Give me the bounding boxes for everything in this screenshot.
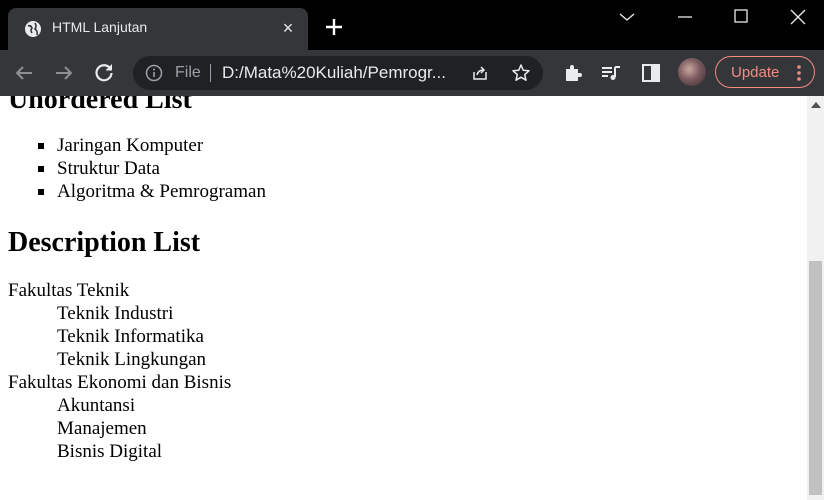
- browser-toolbar: File D:/Mata%20Kuliah/Pemrogr... Update: [0, 50, 824, 96]
- globe-icon: [24, 20, 42, 38]
- extensions-puzzle-icon[interactable]: [562, 62, 584, 84]
- square-bullet-icon: [38, 166, 44, 172]
- bookmark-star-icon[interactable]: [511, 63, 531, 83]
- description-term: Fakultas Ekonomi dan Bisnis: [8, 372, 232, 393]
- title-bar: HTML Lanjutan ×: [0, 0, 824, 50]
- description-list-heading: Description List: [8, 227, 201, 258]
- unordered-list: Jaringan Komputer Struktur Data Algoritm…: [8, 134, 798, 203]
- description-detail: Teknik Lingkungan: [57, 349, 207, 370]
- media-queue-icon[interactable]: [600, 62, 622, 84]
- description-detail: Teknik Informatika: [57, 326, 204, 347]
- list-item-text: Jaringan Komputer: [57, 135, 204, 156]
- list-item: Jaringan Komputer: [8, 134, 798, 157]
- new-tab-icon[interactable]: [322, 15, 346, 39]
- square-bullet-icon: [38, 143, 44, 149]
- update-button-label: Update: [731, 64, 780, 81]
- omnibox-divider: [210, 64, 211, 82]
- profile-avatar[interactable]: [678, 58, 706, 86]
- close-tab-icon[interactable]: ×: [278, 18, 298, 38]
- description-list: Fakultas Teknik Teknik Industri Teknik I…: [8, 279, 798, 463]
- forward-arrow-icon[interactable]: [52, 61, 76, 85]
- close-window-icon[interactable]: [783, 6, 813, 28]
- more-menu-icon[interactable]: [796, 63, 802, 83]
- maximize-icon[interactable]: [726, 6, 756, 28]
- description-detail: Akuntansi: [57, 395, 136, 416]
- url-text[interactable]: D:/Mata%20Kuliah/Pemrogr...: [222, 63, 467, 83]
- url-scheme-label: File: [175, 64, 201, 81]
- tab-search-chevron-icon[interactable]: [612, 6, 642, 28]
- list-item-text: Struktur Data: [57, 158, 160, 179]
- description-detail: Teknik Industri: [57, 303, 174, 324]
- back-arrow-icon[interactable]: [12, 61, 36, 85]
- tab-title: HTML Lanjutan: [52, 19, 148, 35]
- page-content: Unordered List Jaringan Komputer Struktu…: [8, 96, 798, 463]
- unordered-list-heading: Unordered List: [8, 96, 192, 115]
- info-icon[interactable]: [145, 64, 163, 82]
- minimize-icon[interactable]: [670, 6, 700, 28]
- scrollbar-thumb[interactable]: [809, 261, 822, 495]
- list-item: Algoritma & Pemrograman: [8, 180, 798, 203]
- description-detail: Bisnis Digital: [57, 441, 163, 462]
- scroll-up-arrow-icon[interactable]: [811, 102, 821, 108]
- browser-tab[interactable]: HTML Lanjutan ×: [8, 8, 308, 50]
- share-icon[interactable]: [471, 64, 489, 82]
- vertical-scrollbar[interactable]: [807, 96, 824, 500]
- side-panel-icon[interactable]: [640, 62, 662, 84]
- page-viewport: Unordered List Jaringan Komputer Struktu…: [0, 96, 807, 500]
- description-detail: Manajemen: [57, 418, 147, 439]
- list-item: Struktur Data: [8, 157, 798, 180]
- description-term: Fakultas Teknik: [8, 280, 130, 301]
- list-item-text: Algoritma & Pemrograman: [57, 181, 266, 202]
- square-bullet-icon: [38, 189, 44, 195]
- address-bar[interactable]: File D:/Mata%20Kuliah/Pemrogr...: [133, 56, 543, 90]
- update-button[interactable]: Update: [715, 56, 815, 88]
- reload-icon[interactable]: [92, 61, 116, 85]
